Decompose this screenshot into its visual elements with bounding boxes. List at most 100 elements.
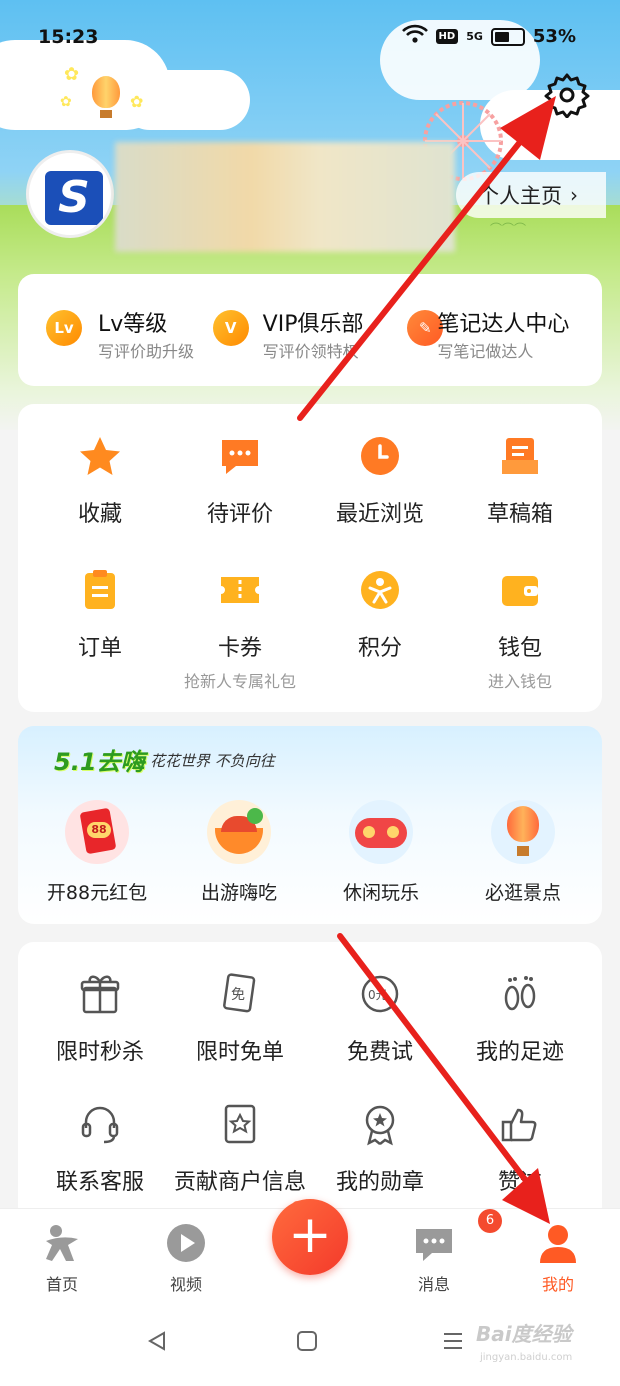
service-label: 限时免单 [195,1040,284,1065]
status-icons: HD 5G 53% [401,24,576,49]
main-shortcuts-card: 收藏 待评价 最近浏览 草稿箱 订单 卡券 抢新人专属礼包 积分 钱包 进入钱包 [18,404,602,712]
tab-video[interactable]: 视频 [136,1223,236,1295]
service-label: 限时秒杀 [55,1040,144,1065]
shortcut-sublabel: 抢新人专属礼包 [183,672,296,691]
chevron-right-icon: › [570,183,578,207]
message-icon: 6 [414,1209,502,1263]
avatar[interactable]: S [26,150,114,238]
recents-nav-icon[interactable] [442,1330,464,1352]
promo-label: 休闲玩乐 [342,882,419,904]
red-packet-icon: 88 [65,800,129,864]
tab-messages[interactable]: 6 消息 [384,1209,502,1295]
balloon-basket [100,110,112,118]
level-item[interactable]: Lv Lv等级 写评价助升级 [18,274,213,386]
tab-mine[interactable]: 我的 [508,1223,608,1295]
clock-icon [358,434,402,478]
more-services-card: 限时秒杀 免 限时免单 0元 免费试 我的足迹 联系客服 贡献商户信息 我的勋章… [18,942,602,1222]
back-nav-icon[interactable] [146,1330,168,1352]
service-label: 我的足迹 [475,1040,564,1065]
shortcut-label: 订单 [77,636,122,661]
vip-club-item[interactable]: V VIP俱乐部 写评价领特权 [212,274,408,386]
personal-homepage-label: 个人主页 [478,184,562,208]
bottom-tab-bar: 首页 视频 + 6 消息 我的 [0,1199,620,1308]
promo-subtitle: 花花世界 不负向往 [150,752,275,770]
shortcut-favorites[interactable]: 收藏 [30,434,170,528]
service-free-order[interactable]: 免 限时免单 [170,972,310,1066]
level-badge-icon: Lv [46,310,82,346]
service-contribute-merchant[interactable]: 贡献商户信息 [170,1102,310,1196]
wallet-icon [498,568,542,612]
tab-home[interactable]: 首页 [12,1223,112,1295]
battery-icon [490,27,525,46]
tab-label: 首页 [45,1275,78,1294]
vip-title: VIP俱乐部 [262,312,364,337]
service-free-trial[interactable]: 0元 免费试 [310,972,450,1066]
flower-icon: ✿ [60,94,72,110]
home-mascot-icon [42,1223,82,1263]
headset-icon [78,1102,122,1146]
shortcut-label: 积分 [357,636,402,661]
merchant-star-icon [218,1102,262,1146]
promo-label: 出游嗨吃 [200,882,277,904]
baidu-watermark-url: jingyan.baidu.com [480,1352,573,1363]
level-title: Lv等级 [98,312,168,337]
vip-badge-icon: V [212,310,249,346]
settings-gear-icon[interactable] [544,72,590,118]
personal-homepage-link[interactable]: 个人主页 › [456,172,606,218]
shortcut-drafts[interactable]: 草稿箱 [450,434,590,528]
svg-text:免: 免 [231,987,245,1003]
tab-label: 视频 [169,1275,202,1294]
shortcut-points[interactable]: 积分 [310,568,450,662]
hot-air-balloon-icon [491,800,555,864]
flower-icon: ✿ [130,92,144,111]
zero-yuan-icon: 0元 [358,972,402,1016]
shortcut-coupons[interactable]: 卡券 抢新人专属礼包 [170,568,310,692]
shortcut-orders[interactable]: 订单 [30,568,170,662]
tab-label: 我的 [541,1275,574,1294]
service-customer-support[interactable]: 联系客服 [30,1102,170,1196]
thumbs-up-icon [498,1102,542,1146]
footprint-icon [498,972,542,1016]
level-card: Lv Lv等级 写评价助升级 V VIP俱乐部 写评价领特权 ✎ 笔记达人中心 … [18,274,602,386]
promo-label: 开88元红包 [46,882,148,904]
service-label: 赞过 [497,1170,542,1195]
points-icon [358,568,402,612]
free-coupon-icon: 免 [218,972,262,1016]
fence-deco: ⌒⌒⌒ [490,222,527,236]
avatar-logo: S [45,171,103,225]
cell-signal-icon: 5G [466,30,483,43]
username-blurred [115,142,455,252]
shortcut-label: 收藏 [77,502,122,527]
balloon-icon [92,76,120,108]
home-nav-icon[interactable] [296,1330,318,1352]
note-subtitle: 写笔记做达人 [437,342,534,361]
wifi-icon [401,24,428,49]
service-medals[interactable]: 我的勋章 [310,1102,450,1196]
hd-icon: HD [435,29,459,44]
promo-leisure[interactable]: 休闲玩乐 [306,800,456,905]
service-label: 我的勋章 [335,1170,424,1195]
shortcut-wallet[interactable]: 钱包 进入钱包 [450,568,590,692]
service-label: 免费试 [346,1040,413,1065]
baidu-watermark: Bai度经验 [476,1322,572,1346]
note-expert-item[interactable]: ✎ 笔记达人中心 写笔记做达人 [407,274,602,386]
promo-sights[interactable]: 必逛景点 [448,800,598,905]
service-flash-sale[interactable]: 限时秒杀 [30,972,170,1066]
add-post-button[interactable]: + [272,1199,348,1275]
battery-percent: 53% [532,26,576,47]
promo-travel-food[interactable]: 出游嗨吃 [164,800,314,905]
shortcut-recent-browse[interactable]: 最近浏览 [310,434,450,528]
level-subtitle: 写评价助升级 [98,342,195,361]
service-liked[interactable]: 赞过 [450,1102,590,1196]
shortcut-label: 待评价 [206,502,273,527]
shortcut-label: 钱包 [497,636,542,661]
service-footprints[interactable]: 我的足迹 [450,972,590,1066]
promo-label: 必逛景点 [484,882,561,904]
order-clipboard-icon [78,568,122,612]
medal-icon [358,1102,402,1146]
food-bowl-icon [207,800,271,864]
shortcut-pending-review[interactable]: 待评价 [170,434,310,528]
promo-red-packet[interactable]: 88 开88元红包 [22,800,172,905]
play-icon [166,1223,206,1263]
holiday-promo-card: 5.1去嗨 花花世界 不负向往 88 开88元红包 出游嗨吃 休闲玩乐 必逛景点 [18,726,602,924]
